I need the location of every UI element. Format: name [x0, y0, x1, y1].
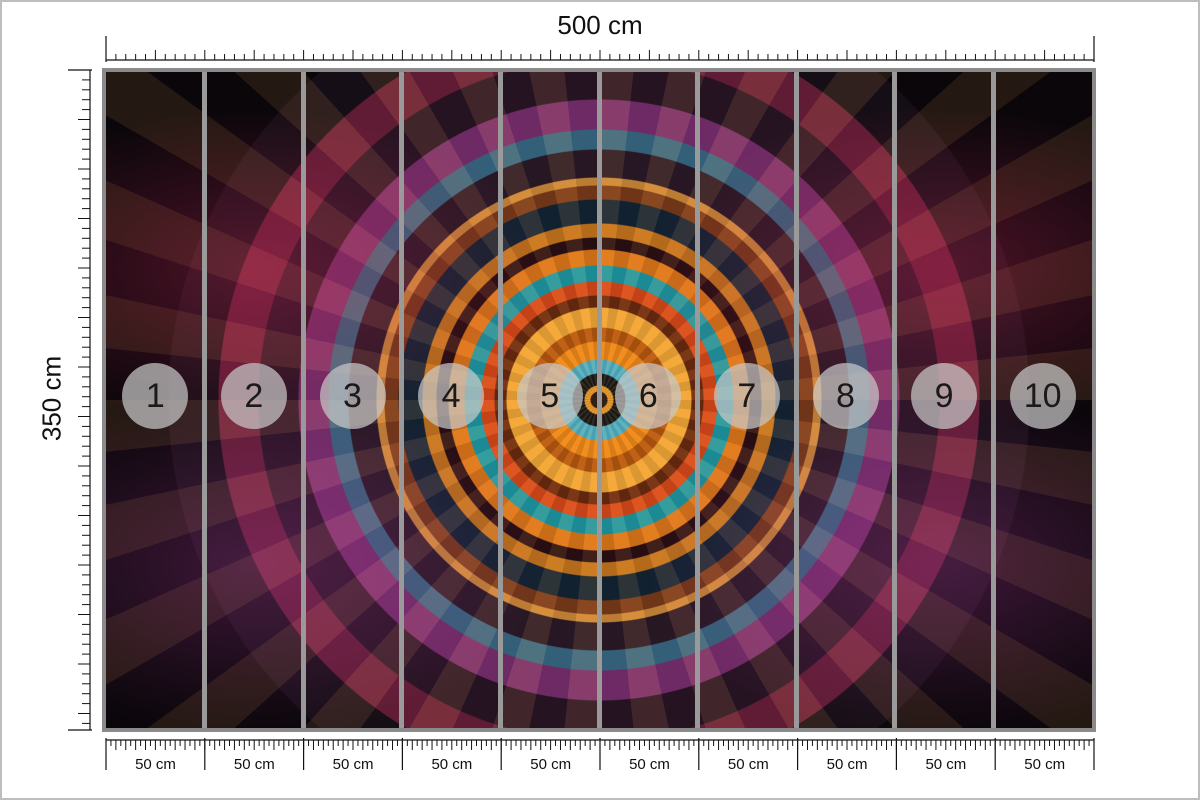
panel-number-badge: 8: [812, 363, 879, 429]
panel-number-badge: 2: [220, 363, 287, 429]
panel-width-label: 50 cm: [135, 756, 176, 773]
panel-divider: [497, 72, 503, 728]
panel-number-badge: 4: [418, 363, 485, 429]
panel-width-label: 50 cm: [727, 756, 769, 773]
panel-number-badge: 5: [516, 363, 583, 429]
panel-number-badge: 10: [1009, 363, 1076, 429]
panel-width-label: 50 cm: [431, 756, 473, 773]
panel-number-badge: 3: [319, 363, 386, 429]
panel-divider: [399, 72, 405, 728]
panel-width-label: 50 cm: [530, 756, 572, 773]
panel-divider: [596, 72, 602, 728]
panel-width-label: 50 cm: [233, 756, 275, 773]
panel-divider: [793, 72, 799, 728]
panel-divider: [990, 72, 996, 728]
panel-number-badge: 6: [615, 363, 682, 429]
panel-number-badge: 9: [911, 363, 978, 429]
panel-width-label: 50 cm: [332, 756, 374, 773]
panel-divider: [892, 72, 898, 728]
panel-divider: [300, 72, 306, 728]
panel-divider: [202, 72, 208, 728]
wallpaper-preview: 1 2 3 4 5 6 7 8 9 10: [102, 68, 1096, 732]
panel-width-label: 50 cm: [629, 756, 670, 773]
panel-number-badge: 7: [713, 363, 780, 429]
panel-divider: [695, 72, 701, 728]
panel-number-badge: 1: [122, 363, 189, 429]
panel-width-label: 50 cm: [1024, 756, 1066, 773]
panel-width-label: 50 cm: [826, 756, 868, 773]
panel-width-label: 50 cm: [925, 756, 967, 773]
